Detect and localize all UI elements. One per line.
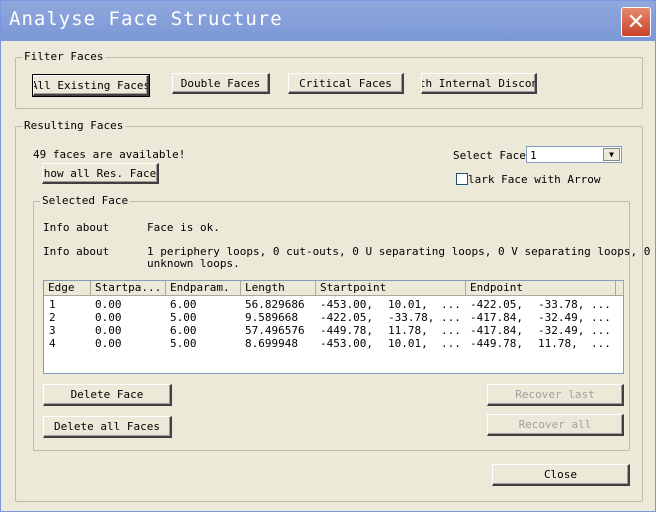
title-bar[interactable]: Analyse Face Structure ✕ <box>1 1 655 41</box>
analyse-face-structure-dialog: Analyse Face Structure ✕ Filter Faces Al… <box>0 0 656 512</box>
filter-faces-label: Filter Faces <box>22 50 106 63</box>
cell-startparam: 0.00 <box>95 311 122 324</box>
resulting-faces-label: Resulting Faces <box>22 119 126 132</box>
cell-endpoint-more: ... <box>591 311 611 324</box>
select-face-value: 1 <box>530 149 537 162</box>
cell-startpoint-y: 10.01, <box>388 298 428 311</box>
internal-discontinuity-button[interactable]: th Internal Discon <box>421 73 537 94</box>
column-header-length[interactable]: Length <box>241 281 316 296</box>
mark-face-checkbox[interactable] <box>456 173 468 185</box>
cell-endpoint-y: -32.49, <box>538 324 585 337</box>
cell-endparam: 5.00 <box>170 311 197 324</box>
cell-length: 56.829686 <box>245 298 305 311</box>
cell-startpoint-more: ... <box>441 324 461 337</box>
recover-all-button[interactable]: Recover all <box>487 414 624 436</box>
cell-startpoint-x: -422.05, <box>320 311 373 324</box>
table-row[interactable]: 1 0.00 6.00 56.829686 -453.00, 10.01, ..… <box>44 298 623 311</box>
cell-edge: 1 <box>49 298 56 311</box>
window-title: Analyse Face Structure <box>9 8 283 30</box>
cell-startparam: 0.00 <box>95 324 122 337</box>
cell-endparam: 6.00 <box>170 324 197 337</box>
select-face-dropdown[interactable]: 1 ▼ <box>526 146 622 163</box>
column-header-spacer <box>616 281 624 296</box>
close-icon: ✕ <box>626 9 646 35</box>
cell-endparam: 5.00 <box>170 337 197 350</box>
info-label-2: Info about <box>43 245 110 258</box>
column-header-startparam[interactable]: Startpa... <box>91 281 166 296</box>
mark-face-label: lark Face with Arrow <box>468 173 601 186</box>
cell-edge: 4 <box>49 337 56 350</box>
column-header-endparam[interactable]: Endparam. <box>166 281 241 296</box>
cell-startpoint-y: 10.01, <box>388 337 428 350</box>
info-value-2-line-2: unknown loops. <box>147 257 240 270</box>
column-header-startpoint[interactable]: Startpoint <box>316 281 466 296</box>
delete-all-faces-button[interactable]: Delete all Faces <box>43 416 172 438</box>
cell-startpoint-x: -449.78, <box>320 324 373 337</box>
cell-endpoint-x: -449.78, <box>470 337 523 350</box>
cell-endpoint-y: 11.78, <box>538 337 578 350</box>
cell-length: 57.496576 <box>245 324 305 337</box>
info-label-1: Info about <box>43 221 110 234</box>
critical-faces-button[interactable]: Critical Faces <box>288 73 404 94</box>
all-existing-faces-button[interactable]: All Existing Faces <box>32 74 150 97</box>
cell-endpoint-more: ... <box>591 337 611 350</box>
cell-edge: 2 <box>49 311 56 324</box>
column-header-edge[interactable]: Edge <box>44 281 91 296</box>
edge-list[interactable]: Edge Startpa... Endparam. Length Startpo… <box>43 280 624 374</box>
cell-endpoint-x: -417.84, <box>470 324 523 337</box>
cell-startpoint-more: ... <box>441 337 461 350</box>
cell-endpoint-more: ... <box>591 298 611 311</box>
cell-length: 8.699948 <box>245 337 298 350</box>
cell-endpoint-x: -417.84, <box>470 311 523 324</box>
cell-endpoint-more: ... <box>591 324 611 337</box>
select-face-label: Select Face <box>453 149 526 162</box>
cell-edge: 3 <box>49 324 56 337</box>
cell-endparam: 6.00 <box>170 298 197 311</box>
cell-startpoint-more: ... <box>441 311 461 324</box>
close-button[interactable]: Close <box>492 464 630 486</box>
cell-startpoint-more: ... <box>441 298 461 311</box>
show-all-results-button[interactable]: Show all Res. Faces <box>42 163 159 184</box>
cell-endpoint-y: -32.49, <box>538 311 585 324</box>
table-row[interactable]: 4 0.00 5.00 8.699948 -453.00, 10.01, ...… <box>44 337 623 350</box>
recover-last-button[interactable]: Recover last <box>487 384 624 406</box>
table-row[interactable]: 3 0.00 6.00 57.496576 -449.78, 11.78, ..… <box>44 324 623 337</box>
selected-face-label: Selected Face <box>40 194 131 207</box>
edge-list-header: Edge Startpa... Endparam. Length Startpo… <box>44 281 624 296</box>
column-header-endpoint[interactable]: Endpoint <box>466 281 616 296</box>
cell-startpoint-x: -453.00, <box>320 337 373 350</box>
delete-face-button[interactable]: Delete Face <box>43 384 172 406</box>
cell-startpoint-x: -453.00, <box>320 298 373 311</box>
cell-startparam: 0.00 <box>95 337 122 350</box>
cell-endpoint-x: -422.05, <box>470 298 523 311</box>
cell-length: 9.589668 <box>245 311 298 324</box>
cell-startpoint-y: 11.78, <box>388 324 428 337</box>
cell-startpoint-y: -33.78, <box>388 311 435 324</box>
table-row[interactable]: 2 0.00 5.00 9.589668 -422.05, -33.78, ..… <box>44 311 623 324</box>
chevron-down-icon[interactable]: ▼ <box>603 148 620 161</box>
close-window-button[interactable]: ✕ <box>621 7 651 37</box>
info-value-1: Face is ok. <box>147 221 220 234</box>
cell-endpoint-y: -33.78, <box>538 298 585 311</box>
double-faces-button[interactable]: Double Faces <box>172 73 270 94</box>
cell-startparam: 0.00 <box>95 298 122 311</box>
faces-count-text: 49 faces are available! <box>33 148 186 161</box>
